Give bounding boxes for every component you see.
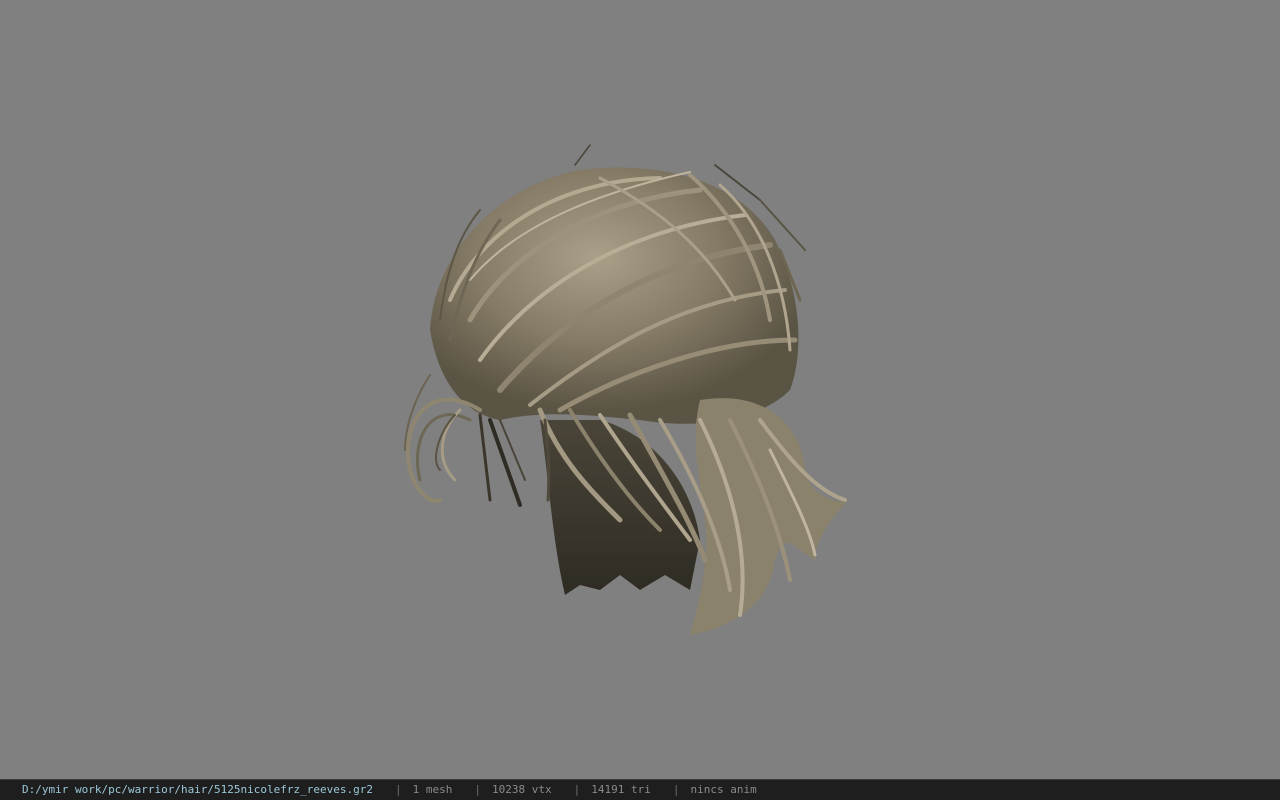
mesh-count: 1 mesh bbox=[412, 783, 453, 796]
animation-status: nincs anim bbox=[690, 783, 757, 796]
separator: | bbox=[474, 783, 481, 796]
status-bar: D:/ymir work/pc/warrior/hair/5125nicolef… bbox=[0, 779, 1280, 800]
separator: | bbox=[672, 783, 680, 796]
separator: | bbox=[395, 783, 402, 796]
vertex-count: 10238 vtx bbox=[492, 783, 552, 796]
file-path: D:/ymir work/pc/warrior/hair/5125nicolef… bbox=[22, 783, 373, 796]
separator: | bbox=[573, 783, 581, 796]
3d-viewport[interactable] bbox=[0, 0, 1280, 779]
hair-model[interactable] bbox=[0, 0, 1280, 779]
triangle-count: 14191 tri bbox=[591, 783, 651, 796]
